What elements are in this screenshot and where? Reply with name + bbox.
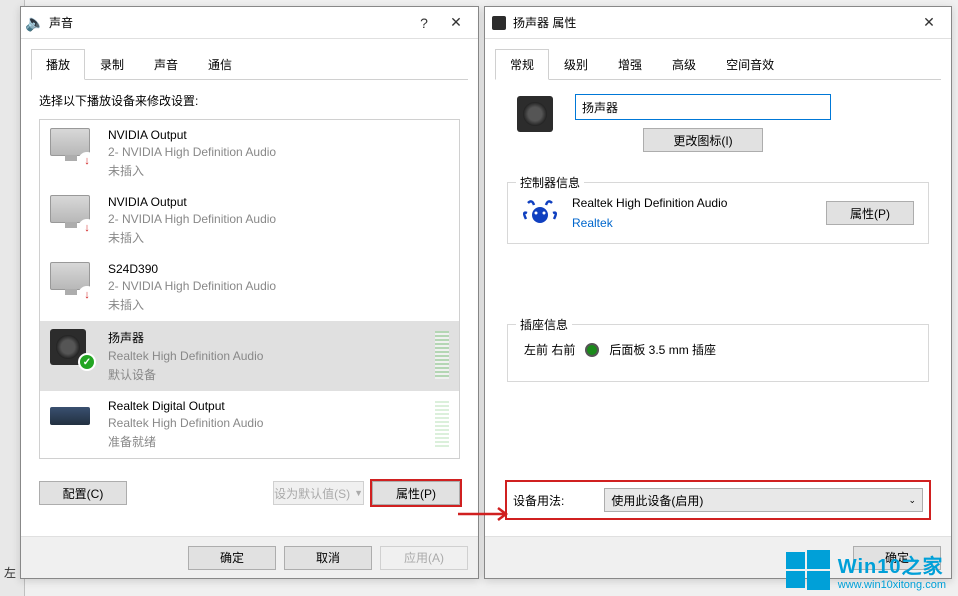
jack-lr-label: 左前 右前 <box>524 341 575 358</box>
device-status: 准备就绪 <box>108 433 435 450</box>
tab-row: 播放 录制 声音 通信 <box>31 49 468 80</box>
device-name: NVIDIA Output <box>108 195 449 209</box>
watermark-url: www.win10xitong.com <box>838 579 946 591</box>
instruction-label: 选择以下播放设备来修改设置: <box>39 92 460 109</box>
tab-sounds[interactable]: 声音 <box>139 49 193 79</box>
device-usage-row: 设备用法: 使用此设备(启用) ⌄ <box>507 482 929 518</box>
unplugged-badge-icon <box>78 219 96 237</box>
device-status: 未插入 <box>108 296 449 313</box>
unplugged-badge-icon <box>78 152 96 170</box>
sound-icon: 🔈 <box>27 15 43 31</box>
help-button[interactable]: ? <box>408 9 440 37</box>
device-name: 扬声器 <box>108 329 435 346</box>
default-badge-icon <box>78 353 96 371</box>
tab-communications[interactable]: 通信 <box>193 49 247 79</box>
device-status: 默认设备 <box>108 366 435 383</box>
close-button[interactable]: ✕ <box>913 9 945 37</box>
controller-fieldset: 控制器信息 Realtek High Definition Audio Real… <box>507 182 929 244</box>
chevron-down-icon: ⌄ <box>908 495 916 506</box>
cancel-button[interactable]: 取消 <box>284 546 372 570</box>
level-meter <box>435 401 449 449</box>
device-list: NVIDIA Output 2- NVIDIA High Definition … <box>39 119 460 459</box>
ok-button[interactable]: 确定 <box>188 546 276 570</box>
speaker-large-icon <box>517 96 553 132</box>
tab-enhancements[interactable]: 增强 <box>603 49 657 79</box>
device-desc: 2- NVIDIA High Definition Audio <box>108 145 449 159</box>
speaker-small-icon <box>491 15 507 31</box>
device-item[interactable]: NVIDIA Output 2- NVIDIA High Definition … <box>40 120 459 187</box>
tab-playback[interactable]: 播放 <box>31 49 85 80</box>
jack-desc: 后面板 3.5 mm 插座 <box>609 341 716 358</box>
device-usage-label: 设备用法: <box>513 492 564 509</box>
device-desc: 2- NVIDIA High Definition Audio <box>108 212 449 226</box>
realtek-crab-icon <box>522 195 558 231</box>
level-meter <box>435 331 449 379</box>
titlebar: 🔈 声音 ? ✕ <box>21 7 478 39</box>
device-name: Realtek Digital Output <box>108 399 435 413</box>
watermark-title: Win10之家 <box>838 550 946 579</box>
dialog-title: 声音 <box>49 14 408 31</box>
device-item[interactable]: S24D390 2- NVIDIA High Definition Audio … <box>40 254 459 321</box>
tab-spatial[interactable]: 空间音效 <box>711 49 789 79</box>
chevron-down-icon: ▼ <box>354 488 363 498</box>
tab-levels[interactable]: 级别 <box>549 49 603 79</box>
device-item[interactable]: 扬声器 Realtek High Definition Audio 默认设备 <box>40 321 459 391</box>
device-name: NVIDIA Output <box>108 128 449 142</box>
device-status: 未插入 <box>108 229 449 246</box>
jack-fieldset: 插座信息 左前 右前 后面板 3.5 mm 插座 <box>507 324 929 382</box>
dialog-title: 扬声器 属性 <box>513 14 913 31</box>
device-desc: Realtek High Definition Audio <box>108 416 435 430</box>
sound-dialog: 🔈 声音 ? ✕ 播放 录制 声音 通信 选择以下播放设备来修改设置: NVID… <box>20 6 479 579</box>
win10-logo-icon <box>786 548 830 592</box>
unplugged-badge-icon <box>78 286 96 304</box>
tab-advanced[interactable]: 高级 <box>657 49 711 79</box>
controller-properties-button[interactable]: 属性(P) <box>826 201 914 225</box>
jack-legend: 插座信息 <box>516 316 572 333</box>
close-button[interactable]: ✕ <box>440 9 472 37</box>
tab-recording[interactable]: 录制 <box>85 49 139 79</box>
controller-legend: 控制器信息 <box>516 174 584 191</box>
tab-general[interactable]: 常规 <box>495 49 549 80</box>
properties-button[interactable]: 属性(P) <box>372 481 460 505</box>
device-desc: 2- NVIDIA High Definition Audio <box>108 279 449 293</box>
device-desc: Realtek High Definition Audio <box>108 349 435 363</box>
configure-button[interactable]: 配置(C) <box>39 481 127 505</box>
device-usage-select[interactable]: 使用此设备(启用) ⌄ <box>604 488 923 512</box>
watermark: Win10之家 www.win10xitong.com <box>786 548 946 592</box>
speaker-properties-dialog: 扬声器 属性 ✕ 常规 级别 增强 高级 空间音效 更改图标(I) 控制器信息 <box>484 6 952 579</box>
device-name: S24D390 <box>108 262 449 276</box>
digital-out-icon <box>50 407 90 425</box>
jack-color-icon <box>585 343 599 357</box>
set-default-button: 设为默认值(S)▼ <box>273 481 364 505</box>
apply-button: 应用(A) <box>380 546 468 570</box>
device-name-input[interactable] <box>575 94 831 120</box>
titlebar: 扬声器 属性 ✕ <box>485 7 951 39</box>
device-status: 未插入 <box>108 162 449 179</box>
controller-vendor-link[interactable]: Realtek <box>572 216 812 230</box>
background-char: 左 <box>4 564 16 581</box>
controller-name: Realtek High Definition Audio <box>572 196 812 210</box>
usage-value: 使用此设备(启用) <box>611 492 703 509</box>
change-icon-button[interactable]: 更改图标(I) <box>643 128 763 152</box>
tab-row: 常规 级别 增强 高级 空间音效 <box>495 49 941 80</box>
annotation-arrow-icon <box>456 506 514 522</box>
device-item[interactable]: NVIDIA Output 2- NVIDIA High Definition … <box>40 187 459 254</box>
device-item[interactable]: Realtek Digital Output Realtek High Defi… <box>40 391 459 458</box>
